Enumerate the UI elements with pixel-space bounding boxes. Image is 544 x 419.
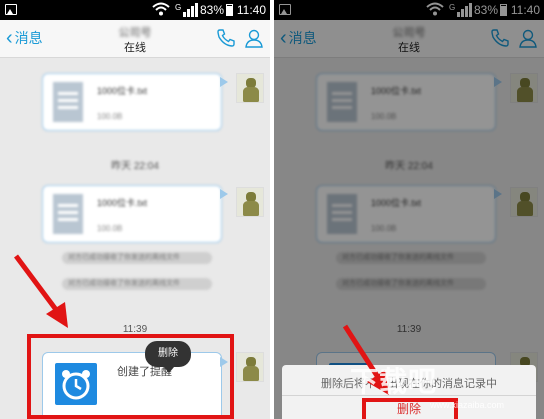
contact-status: 在线 xyxy=(124,42,146,54)
svg-text:G: G xyxy=(175,3,181,12)
screen-left: G 83% 11:40 ‹ 消息 公司号 在线 1000位卡.txt 100.0… xyxy=(0,0,270,419)
system-note: 对方已成功接收了你发送的离线文件 xyxy=(62,278,212,290)
signal-icon: G xyxy=(175,3,198,17)
file-size: 100.0B xyxy=(97,112,123,121)
file-name: 1000位卡.txt xyxy=(97,86,148,96)
chevron-left-icon: ‹ xyxy=(6,27,13,49)
chat-header: ‹ 消息 公司号 在线 xyxy=(0,20,270,58)
battery-icon xyxy=(226,4,233,16)
screen-right: G 83% 11:40 ‹ 消息 公司号 在线 1000位卡.txt 100.0… xyxy=(274,0,544,419)
watermark-url: www.xiazaiba.com xyxy=(430,400,505,410)
avatar[interactable] xyxy=(236,73,264,103)
back-button[interactable]: ‹ 消息 xyxy=(6,28,43,48)
file-icon xyxy=(53,82,83,122)
dim-overlay[interactable] xyxy=(274,0,544,419)
user-profile-icon[interactable] xyxy=(244,28,264,48)
bubble-tail xyxy=(220,77,228,87)
file-message[interactable]: 1000位卡.txt 100.0B xyxy=(42,185,222,243)
back-label: 消息 xyxy=(14,30,43,46)
red-arrow-icon xyxy=(13,254,68,328)
image-notification-icon xyxy=(5,4,17,15)
battery-percent: 83% xyxy=(200,3,225,17)
file-message[interactable]: 1000位卡.txt 100.0B xyxy=(42,73,222,131)
phone-icon[interactable] xyxy=(216,28,236,48)
clock: 11:40 xyxy=(236,3,266,17)
contact-name: 公司号 xyxy=(118,27,152,39)
file-size: 100.0B xyxy=(97,224,123,233)
file-name: 1000位卡.txt xyxy=(97,198,148,208)
wifi-icon xyxy=(152,2,170,16)
system-note: 对方已成功接收了你发送的离线文件 xyxy=(62,252,212,264)
timestamp: 昨天 22:04 xyxy=(111,161,159,172)
status-bar: G 83% 11:40 xyxy=(0,0,270,20)
file-icon xyxy=(53,194,83,234)
watermark-logo: 下载吧 xyxy=(350,366,438,397)
bubble-tail xyxy=(220,189,228,199)
avatar[interactable] xyxy=(236,352,264,382)
highlight-box xyxy=(27,334,234,419)
avatar[interactable] xyxy=(236,187,264,217)
